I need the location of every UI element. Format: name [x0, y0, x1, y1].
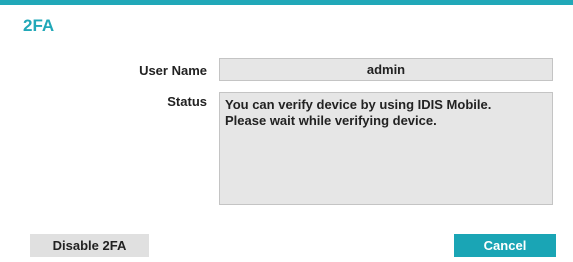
status-label: Status	[167, 94, 207, 109]
dialog-title: 2FA	[23, 16, 55, 35]
user-name-field: admin	[219, 58, 553, 81]
status-line: You can verify device by using IDIS Mobi…	[225, 97, 492, 112]
2fa-dialog: 2FA User Name admin Status You can verif…	[0, 0, 573, 262]
status-line: Please wait while verifying device.	[225, 113, 437, 128]
cancel-button[interactable]: Cancel	[454, 234, 556, 257]
disable-2fa-button[interactable]: Disable 2FA	[30, 234, 149, 257]
status-textbox[interactable]: You can verify device by using IDIS Mobi…	[219, 92, 553, 205]
user-name-label: User Name	[139, 63, 207, 78]
